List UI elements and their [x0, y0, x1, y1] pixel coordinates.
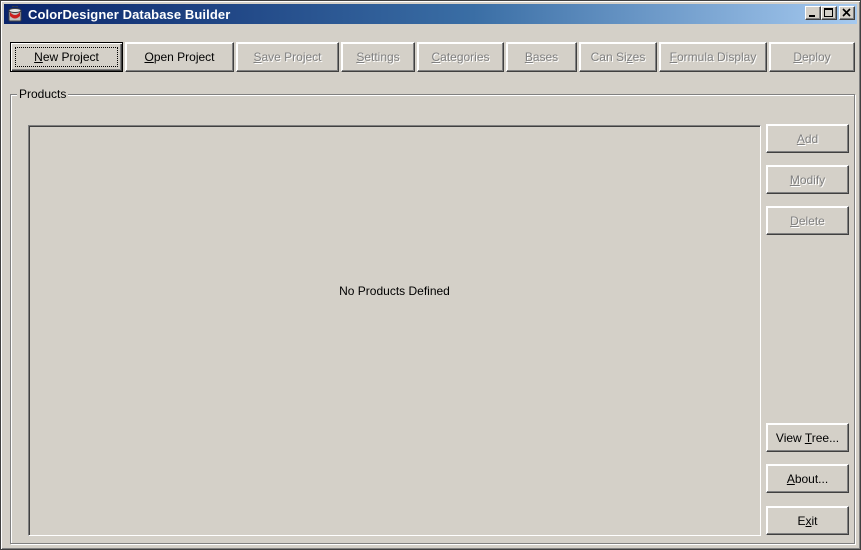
can-sizes-button[interactable]: Can Sizes [579, 42, 657, 72]
exit-label: Exit [797, 513, 818, 528]
view-tree-label: View Tree... [775, 430, 840, 445]
bases-label: Bases [524, 50, 559, 64]
close-button[interactable] [839, 6, 855, 20]
save-project-button[interactable]: Save Project [236, 42, 339, 72]
exit-button[interactable]: Exit [766, 506, 849, 535]
bases-button[interactable]: Bases [506, 42, 577, 72]
save-project-label: Save Project [253, 50, 322, 64]
minimize-button[interactable] [805, 6, 821, 20]
deploy-label: Deploy [793, 50, 831, 64]
no-products-message: No Products Defined [339, 284, 450, 298]
deploy-button[interactable]: Deploy [769, 42, 855, 72]
delete-button[interactable]: Delete [766, 206, 849, 235]
can-sizes-label: Can Sizes [590, 50, 646, 64]
toolbar: New Project Open Project Save Project Se… [10, 42, 855, 72]
app-paint-can-icon [8, 6, 22, 22]
window-title: ColorDesigner Database Builder [28, 6, 231, 22]
window-controls [805, 6, 855, 20]
title-bar[interactable]: ColorDesigner Database Builder [4, 4, 857, 24]
categories-label: Categories [431, 50, 490, 64]
product-list[interactable]: No Products Defined [28, 125, 761, 536]
open-project-button[interactable]: Open Project [125, 42, 234, 72]
about-label: About... [786, 471, 829, 486]
settings-button[interactable]: Settings [341, 42, 415, 72]
open-project-label: Open Project [144, 50, 215, 64]
new-project-button[interactable]: New Project [10, 42, 123, 72]
delete-label: Delete [790, 213, 825, 228]
maximize-button[interactable] [821, 6, 837, 20]
categories-button[interactable]: Categories [417, 42, 504, 72]
add-label: Add [796, 131, 819, 146]
settings-label: Settings [356, 50, 400, 64]
add-button[interactable]: Add [766, 124, 849, 153]
formula-display-button[interactable]: Formula Display [659, 42, 767, 72]
view-tree-button[interactable]: View Tree... [766, 423, 849, 452]
formula-display-label: Formula Display [669, 50, 757, 64]
modify-button[interactable]: Modify [766, 165, 849, 194]
main-window: ColorDesigner Database Builder New Proje… [0, 0, 861, 550]
maximize-icon [824, 8, 833, 17]
minimize-icon [809, 15, 815, 17]
new-project-label: New Project [34, 50, 99, 64]
products-group-label: Products [17, 87, 69, 101]
about-button[interactable]: About... [766, 464, 849, 493]
close-icon [842, 8, 851, 17]
modify-label: Modify [789, 172, 826, 187]
